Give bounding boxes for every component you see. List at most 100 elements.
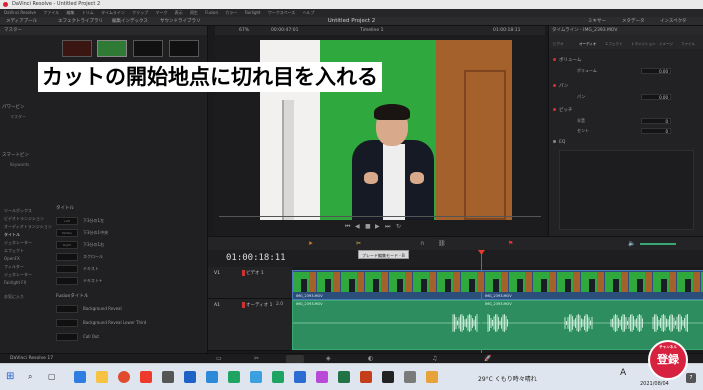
app-icon[interactable] bbox=[184, 371, 196, 383]
app-icon[interactable] bbox=[404, 371, 416, 383]
menu-item[interactable]: ヘルプ bbox=[303, 10, 315, 15]
viewer-scrub-bar[interactable] bbox=[215, 214, 545, 218]
app-icon[interactable] bbox=[162, 371, 174, 383]
powerpoint-icon[interactable] bbox=[360, 371, 372, 383]
edge-icon[interactable] bbox=[74, 371, 86, 383]
chrome-icon[interactable] bbox=[118, 371, 130, 383]
tree-item[interactable]: エフェクト bbox=[4, 247, 52, 255]
menu-item[interactable]: DaVinci Resolve bbox=[4, 10, 36, 15]
clip-thumbnail[interactable] bbox=[62, 40, 92, 57]
play-icon[interactable]: ▶ bbox=[375, 223, 380, 230]
stop-icon[interactable]: ■ bbox=[365, 223, 371, 230]
menu-item[interactable]: カラー bbox=[225, 10, 237, 15]
excel-icon[interactable] bbox=[338, 371, 350, 383]
loop-icon[interactable]: ↻ bbox=[396, 223, 401, 230]
title-item[interactable]: Left 下3分の1左 bbox=[56, 215, 196, 226]
mixer-button[interactable]: ミキサー bbox=[588, 17, 606, 26]
metadata-button[interactable]: メタデータ bbox=[622, 17, 645, 26]
tree-item[interactable]: OpenFX bbox=[4, 255, 52, 263]
menu-item[interactable]: Fairlight bbox=[245, 10, 261, 15]
timeline-name[interactable]: Timeline 1 bbox=[360, 26, 383, 35]
video-clip[interactable]: IMG_2393.MOV IMG_2393.MOV bbox=[292, 270, 703, 300]
line-icon[interactable] bbox=[272, 371, 284, 383]
title-item[interactable]: Right 下3分の1右 bbox=[56, 239, 196, 250]
menu-item[interactable]: Fusion bbox=[205, 10, 218, 15]
menu-item[interactable]: マーク bbox=[155, 10, 167, 15]
explorer-icon[interactable] bbox=[96, 371, 108, 383]
eq-section[interactable]: EQ bbox=[549, 138, 703, 147]
tree-item[interactable]: ジェネレーター bbox=[4, 239, 52, 247]
sound-library-button[interactable]: サウンドライブラリ bbox=[160, 17, 201, 26]
menu-item[interactable]: 編集 bbox=[67, 10, 75, 15]
eq-graph[interactable] bbox=[559, 150, 694, 230]
tab-file[interactable]: ファイル bbox=[681, 42, 695, 47]
edit-index-button[interactable]: 編集インデックス bbox=[112, 17, 148, 26]
menu-item[interactable]: 表示 bbox=[175, 10, 183, 15]
tree-item[interactable]: お気に入り bbox=[4, 293, 52, 301]
title-item[interactable]: スクロール bbox=[56, 251, 196, 262]
start-icon[interactable]: ⊞ bbox=[6, 371, 14, 382]
fusion-title-item[interactable]: Background Reveal Lower Third bbox=[56, 317, 196, 328]
youtube-icon[interactable] bbox=[140, 371, 152, 383]
clip-thumbnail[interactable] bbox=[169, 40, 199, 57]
tree-item[interactable]: フィルター bbox=[4, 263, 52, 271]
semitones-field[interactable]: 0 bbox=[641, 117, 671, 124]
davinci-resolve-icon[interactable] bbox=[382, 371, 394, 383]
media-pool-button[interactable]: メディアプール bbox=[6, 17, 37, 26]
inspector-button[interactable]: インスペクタ bbox=[660, 17, 686, 26]
notification-badge[interactable]: 7 bbox=[686, 373, 696, 383]
fusion-title-item[interactable]: Background Reveal bbox=[56, 303, 196, 314]
audio-track-header[interactable]: A1 オーディオ 1 2.0 bbox=[208, 299, 292, 351]
menu-item[interactable]: タイムライン bbox=[101, 10, 125, 15]
menu-item[interactable]: トリム bbox=[82, 10, 94, 15]
timeline-ruler[interactable] bbox=[292, 250, 703, 267]
tree-item[interactable]: Fairlight FX bbox=[4, 279, 52, 287]
app-icon[interactable] bbox=[228, 371, 240, 383]
deliver-page-icon[interactable]: 🚀 bbox=[484, 355, 491, 362]
clip-thumbnail[interactable] bbox=[97, 40, 127, 57]
search-icon[interactable]: ⌕ bbox=[28, 372, 32, 382]
clip-thumbnail[interactable] bbox=[133, 40, 163, 57]
blade-icon[interactable]: ✂ bbox=[356, 240, 361, 247]
weather-widget[interactable]: 29°C くもり時々晴れ bbox=[478, 374, 537, 383]
app-icon[interactable] bbox=[206, 371, 218, 383]
bin-item[interactable]: Keywords bbox=[10, 162, 29, 167]
bin-item[interactable]: マスター bbox=[10, 114, 26, 120]
tab-audio[interactable]: オーディオ bbox=[579, 42, 596, 47]
title-item[interactable]: Middle 下3分の1中央 bbox=[56, 227, 196, 238]
title-item[interactable]: テキスト bbox=[56, 263, 196, 274]
skip-back-icon[interactable]: ⏮ bbox=[345, 223, 350, 231]
snap-icon[interactable]: ∩ bbox=[420, 240, 424, 247]
speaker-icon[interactable]: 🔈 bbox=[628, 240, 635, 247]
reverse-icon[interactable]: ◀ bbox=[355, 223, 360, 230]
menu-item[interactable]: ワークスペース bbox=[268, 10, 295, 15]
playhead[interactable] bbox=[481, 250, 482, 353]
tree-item[interactable]: ジェネレーター bbox=[4, 271, 52, 279]
cut-page-icon[interactable]: ✂ bbox=[254, 355, 259, 362]
audio-clip[interactable]: IMG_2393.MOV IMG_2393.MOV bbox=[292, 300, 703, 350]
volume-section[interactable]: ボリューム bbox=[549, 56, 703, 65]
skip-forward-icon[interactable]: ⏭ bbox=[385, 223, 390, 231]
menu-item[interactable]: クリップ bbox=[132, 10, 148, 15]
flag-icon[interactable]: ⚑ bbox=[508, 240, 513, 247]
effects-library-button[interactable]: エフェクトライブラリ bbox=[58, 17, 103, 26]
tab-video[interactable]: ビデオ bbox=[553, 42, 564, 47]
clock-date[interactable]: 2021/08/04 bbox=[640, 381, 669, 387]
pitch-section[interactable]: ピッチ bbox=[549, 106, 703, 115]
app-icon[interactable] bbox=[250, 371, 262, 383]
media-page-icon[interactable]: ▭ bbox=[216, 355, 222, 362]
task-view-icon[interactable]: ▢ bbox=[48, 372, 56, 381]
fusion-page-icon[interactable]: ◈ bbox=[326, 355, 331, 362]
title-item[interactable]: テキスト+ bbox=[56, 275, 196, 286]
tree-item[interactable]: ビデオトランジション bbox=[4, 215, 52, 223]
ime-indicator[interactable]: A bbox=[620, 368, 626, 378]
link-icon[interactable]: ⛓ bbox=[438, 240, 446, 247]
cents-field[interactable]: 0 bbox=[641, 127, 671, 134]
zoom-level[interactable]: 67% bbox=[239, 26, 249, 35]
selection-icon[interactable]: ➤ bbox=[308, 240, 313, 247]
tab-image[interactable]: イメージ bbox=[659, 42, 673, 47]
video-track-header[interactable]: V1 ビデオ 1 bbox=[208, 267, 292, 299]
tree-item[interactable]: ツールボックス bbox=[4, 207, 52, 215]
menu-item[interactable]: 再生 bbox=[190, 10, 198, 15]
tab-effects[interactable]: エフェクト bbox=[605, 42, 623, 47]
